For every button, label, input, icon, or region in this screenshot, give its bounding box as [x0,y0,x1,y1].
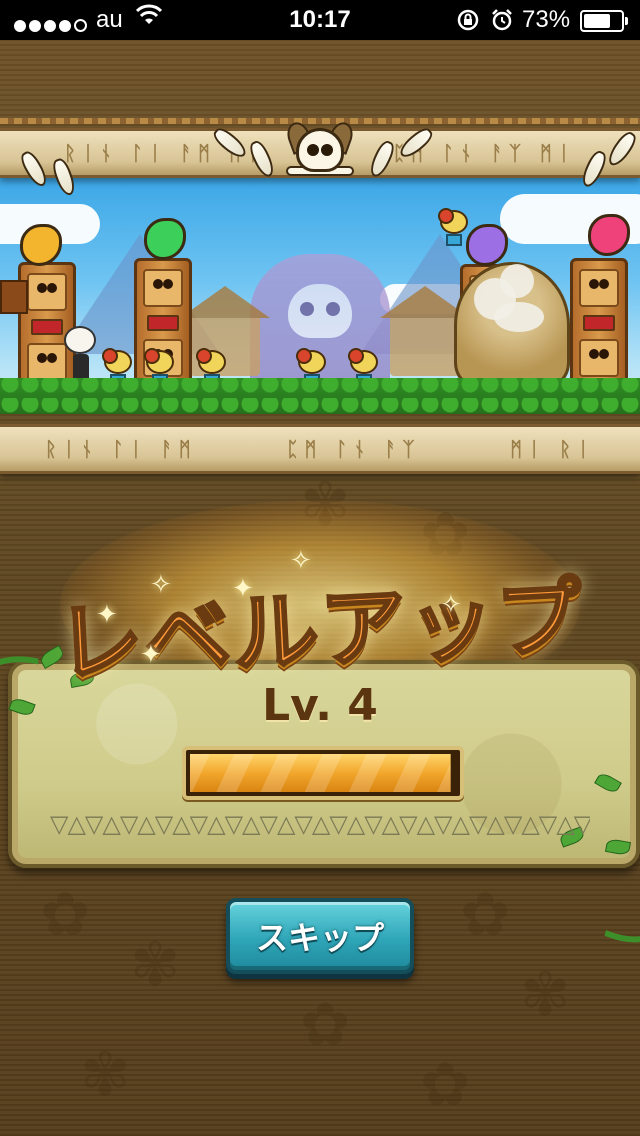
sparkle-icon: ✦ [140,640,162,670]
sparkle-icon: ✦ [232,574,254,604]
alarm-icon [490,8,514,39]
yellow-gem-icon [20,224,62,266]
exp-bar [182,746,464,800]
background-flower-motif: ✿ [300,990,351,1060]
triangle-border-pattern: ▽△▽△▽△▽△▽△▽△▽△▽△▽△▽△▽△▽△▽△▽△▽△▽△▽△▽△ [50,810,590,838]
background-flower-motif: ✾ [520,960,571,1030]
battle-scene [0,174,640,414]
background-flower-motif: ✿ [460,880,511,950]
hut [380,286,470,376]
battery-icon [580,10,628,32]
background-flower-motif: ✿ [420,1050,471,1120]
smoke-cloud [494,302,544,332]
sparkle-icon: ✧ [440,590,462,620]
battery-percent: 73% [522,6,571,33]
enemy-totem [570,258,628,388]
grass-ground [0,378,640,414]
status-bar: au 10:17 73% [0,0,640,40]
background-flower-motif: ✿ [40,880,91,950]
rotation-lock-icon [456,8,480,39]
battery-level-fill [584,14,611,28]
bottom-stone-banner: ᚱᛁᚾ ᛚᛁ ᚨᛗ ᛈᛗ ᛚᚾ ᚨᛉ ᛗᛁ ᚱᛁ [0,424,640,474]
flying-minion [438,208,468,246]
background-flower-motif: ✾ [80,1040,131,1110]
skull-ornament [280,118,360,188]
totem-wing [0,280,28,314]
level-label: Lv. 4 [262,680,378,731]
castle-skull [288,284,352,338]
pink-gem-icon [588,214,630,256]
sparkle-icon: ✧ [290,546,312,576]
sparkle-icon: ✧ [150,570,172,600]
skip-button[interactable]: スキップ [226,898,414,974]
background-flower-motif: ✾ [130,930,181,1000]
skeleton-hero [64,326,98,386]
exp-bar-fill [190,754,451,792]
smoke-cloud [500,264,534,298]
sparkle-icon: ✦ [96,600,118,630]
